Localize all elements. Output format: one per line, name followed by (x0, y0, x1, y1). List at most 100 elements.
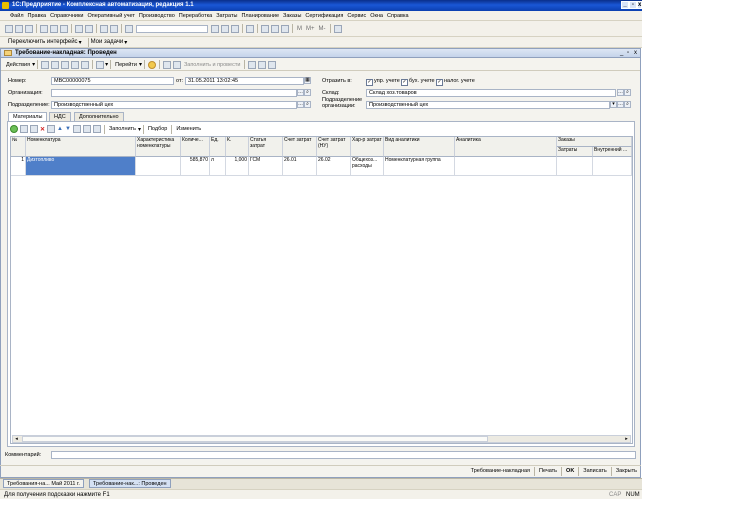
delete-row-icon[interactable]: ✕ (40, 126, 45, 133)
switch-interface-button[interactable]: Переключить интерфейс (8, 39, 78, 45)
find-icon[interactable] (231, 24, 239, 33)
doc-minimize-icon[interactable]: _ (620, 50, 623, 56)
paste-icon[interactable] (60, 24, 68, 33)
doc-restore-icon[interactable]: ▫ (627, 50, 629, 56)
close-button[interactable]: Закрыть (614, 468, 639, 474)
organization-field[interactable] (51, 89, 297, 97)
copy-doc-icon[interactable] (41, 60, 50, 69)
menu-production[interactable]: Производство (139, 13, 175, 19)
user-icon[interactable] (333, 24, 342, 33)
menu-planning[interactable]: Планирование (241, 13, 279, 19)
journal-icon[interactable] (172, 60, 181, 69)
column-header-quantity[interactable]: Количе... (181, 137, 210, 157)
close-icon[interactable]: x (637, 1, 642, 9)
print-button[interactable]: Печать (537, 468, 559, 474)
add-row-icon[interactable] (10, 125, 18, 133)
column-header-cost-account-nu[interactable]: Счет затрат (НУ) (317, 137, 351, 157)
menu-service[interactable]: Сервис (347, 13, 366, 19)
edit-row-icon[interactable] (30, 125, 38, 133)
table-cell-analytics[interactable] (455, 157, 557, 176)
help-icon[interactable] (246, 24, 254, 33)
copy-row-icon[interactable] (20, 125, 28, 133)
save-button[interactable]: Записать (581, 468, 609, 474)
save-icon[interactable] (25, 24, 33, 33)
table-cell-analytics-kind[interactable]: Номенклатурная группа (384, 157, 455, 176)
restore-icon[interactable]: ▫ (629, 1, 637, 9)
doc-close-icon[interactable]: x (634, 50, 637, 56)
end-edit-icon[interactable] (47, 125, 56, 133)
menu-costs[interactable]: Затраты (216, 13, 237, 19)
memory-m-button[interactable]: M (297, 26, 302, 32)
reflect-management-checkbox[interactable]: ✓ упр. учете (366, 78, 400, 86)
number-field[interactable]: МВС00000075 (51, 77, 174, 85)
table-cell-k[interactable]: 1,000 (226, 157, 249, 176)
menu-catalogs[interactable]: Справочники (50, 13, 83, 19)
menu-orders[interactable]: Заказы (283, 13, 301, 19)
column-header-number[interactable]: № (11, 137, 26, 157)
sort-asc-icon[interactable] (72, 125, 81, 133)
pick-button[interactable]: Подбор (146, 126, 169, 132)
table-cell-quantity[interactable]: 585,870 (181, 157, 210, 176)
preview-icon[interactable] (85, 24, 93, 33)
column-header-analytics-kind[interactable]: Вид аналитики (384, 137, 455, 157)
warehouse-open-icon[interactable]: ⌕ (624, 89, 631, 96)
sort-desc-icon[interactable] (82, 125, 91, 133)
tab-additional[interactable]: Дополнительно (74, 112, 124, 121)
comment-field[interactable] (51, 451, 636, 459)
department-open-icon[interactable]: ⌕ (304, 101, 311, 108)
reflect-tax-checkbox[interactable]: ✓ налог. учете (436, 78, 475, 86)
table-cell-cost-account-nu[interactable]: 26.02 (317, 157, 351, 176)
calendar-icon[interactable] (261, 24, 269, 33)
table-cell-cost-item[interactable]: ГСМ (249, 157, 283, 176)
cut-icon[interactable] (40, 24, 48, 33)
reflect-accounting-checkbox[interactable]: ✓ бух. учете (401, 78, 435, 86)
structure-icon[interactable] (81, 60, 90, 69)
edit-doc-icon[interactable] (51, 60, 60, 69)
column-header-k[interactable]: К. (226, 137, 249, 157)
column-header-orders[interactable]: Заказы (557, 137, 632, 147)
menu-file[interactable]: Файл (10, 13, 24, 19)
column-header-analytics[interactable]: Аналитика (455, 137, 557, 157)
column-header-cost-kind[interactable]: Хар-р затрат (351, 137, 384, 157)
table-cell-nomenclature[interactable]: Дизтопливо (26, 157, 136, 176)
my-tasks-button[interactable]: Мои задачи (91, 39, 124, 45)
barcode-icon[interactable] (92, 125, 101, 133)
tree-icon[interactable] (248, 60, 257, 69)
search-icon[interactable] (125, 24, 133, 33)
column-header-orders-internal[interactable]: Внутренний ... (593, 147, 632, 157)
table-cell-unit[interactable]: л (210, 157, 226, 176)
taskbar-item-list[interactable]: Требования-на... Май 2011 г. (3, 479, 84, 488)
scroll-right-icon[interactable]: ▸ (623, 436, 630, 442)
print-form-button[interactable]: Требование-накладная (469, 468, 532, 474)
redo-icon[interactable] (110, 24, 118, 33)
memory-minus-button[interactable]: M- (319, 26, 326, 32)
table-cell-number[interactable]: 1 (11, 157, 26, 176)
table-cell-cost-kind[interactable]: Общехоз... расходы (351, 157, 384, 176)
undo-icon[interactable] (100, 24, 108, 33)
movements-icon[interactable] (162, 60, 171, 69)
change-button[interactable]: Изменить (174, 126, 203, 132)
table-cell-characteristic[interactable] (136, 157, 181, 176)
fill-button[interactable]: Заполнить (107, 126, 138, 132)
column-header-nomenclature[interactable]: Номенклатура (26, 137, 136, 157)
actions-button[interactable]: Действия (4, 62, 32, 68)
settings-icon[interactable] (258, 60, 267, 69)
scroll-left-icon[interactable]: ◂ (13, 436, 20, 442)
org-department-open-icon[interactable]: ⌕ (624, 101, 631, 108)
help-icon[interactable] (147, 60, 156, 69)
refresh-icon[interactable] (71, 60, 80, 69)
goto-button[interactable]: Перейти (113, 62, 139, 68)
org-department-select-button[interactable]: … (617, 101, 624, 108)
taskbar-item-document[interactable]: Требование-нак...: Проведен (89, 479, 171, 488)
find-prev-icon[interactable] (221, 24, 229, 33)
move-down-icon[interactable]: ▼ (65, 126, 71, 132)
search-input[interactable] (136, 24, 208, 33)
minimize-icon[interactable]: _ (621, 1, 629, 9)
organization-open-icon[interactable]: ⌕ (304, 89, 311, 96)
horizontal-scrollbar[interactable]: ◂ ▸ (12, 435, 631, 443)
print-icon[interactable] (75, 24, 83, 33)
menu-processing[interactable]: Переработка (179, 13, 212, 19)
tab-vat[interactable]: НДС (49, 112, 71, 121)
org-department-field[interactable]: Производственный цех (366, 101, 610, 109)
calculator-icon[interactable] (271, 24, 279, 33)
